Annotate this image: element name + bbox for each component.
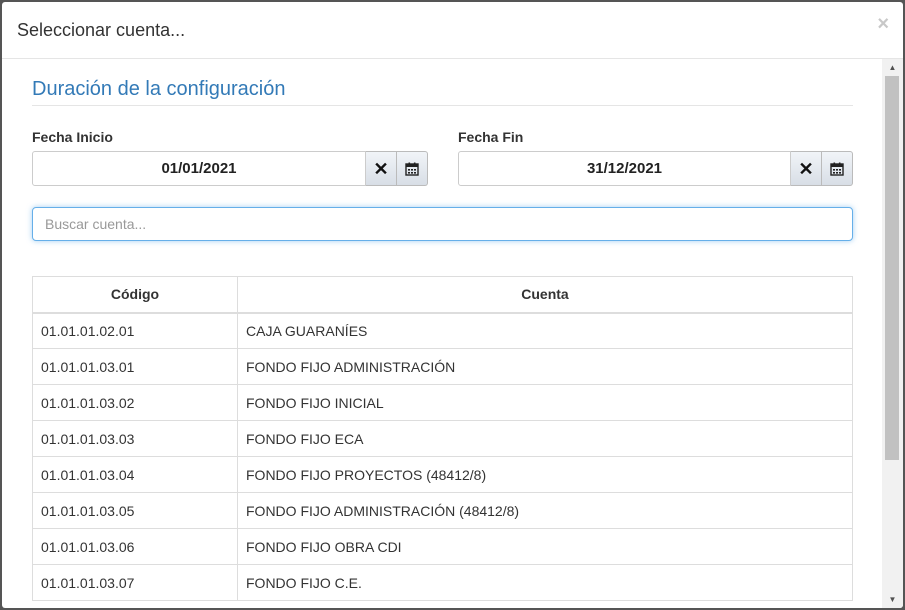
start-date-label: Fecha Inicio xyxy=(32,129,113,145)
table-row[interactable]: 01.01.01.02.01 CAJA GUARANÍES xyxy=(32,312,853,349)
table-row[interactable]: 01.01.01.03.01 FONDO FIJO ADMINISTRACIÓN xyxy=(32,348,853,385)
account-name-cell: FONDO FIJO OBRA CDI xyxy=(237,528,853,565)
end-date-input[interactable]: 31/12/2021 xyxy=(458,151,791,186)
select-account-dialog: Seleccionar cuenta... × Duración de la c… xyxy=(2,2,903,608)
end-date-label: Fecha Fin xyxy=(458,129,524,145)
account-name-cell: FONDO FIJO PROYECTOS (48412/8) xyxy=(237,456,853,493)
vertical-scrollbar[interactable]: ▲ ▼ xyxy=(882,59,903,608)
scroll-up-arrow-icon[interactable]: ▲ xyxy=(882,59,903,76)
close-button[interactable]: × xyxy=(877,14,889,34)
end-date-group: 31/12/2021 ✕ xyxy=(458,151,853,186)
table-row[interactable]: 01.01.01.03.05 FONDO FIJO ADMINISTRACIÓN… xyxy=(32,492,853,529)
calendar-icon xyxy=(405,162,419,176)
start-date-input[interactable]: 01/01/2021 xyxy=(32,151,366,186)
x-icon: ✕ xyxy=(373,158,389,179)
account-code-cell: 01.01.01.03.01 xyxy=(32,348,238,385)
start-date-group: 01/01/2021 ✕ xyxy=(32,151,428,186)
account-name-cell: FONDO FIJO INICIAL xyxy=(237,384,853,421)
table-row[interactable]: 01.01.01.03.07 FONDO FIJO C.E. xyxy=(32,564,853,601)
account-name-cell: FONDO FIJO ADMINISTRACIÓN xyxy=(237,348,853,385)
account-code-cell: 01.01.01.03.05 xyxy=(32,492,238,529)
account-name-cell: FONDO FIJO ECA xyxy=(237,420,853,457)
table-row[interactable]: 01.01.01.03.03 FONDO FIJO ECA xyxy=(32,420,853,457)
account-code-cell: 01.01.01.03.03 xyxy=(32,420,238,457)
account-code-cell: 01.01.01.03.02 xyxy=(32,384,238,421)
account-code-cell: 01.01.01.02.01 xyxy=(32,312,238,349)
dialog-title: Seleccionar cuenta... xyxy=(17,20,186,40)
table-header-row: Código Cuenta xyxy=(32,276,853,314)
start-date-calendar-button[interactable] xyxy=(397,151,428,186)
table-row[interactable]: 01.01.01.03.04 FONDO FIJO PROYECTOS (484… xyxy=(32,456,853,493)
x-icon: ✕ xyxy=(798,158,814,179)
accounts-table: Código Cuenta 01.01.01.02.01 CAJA GUARAN… xyxy=(32,276,853,601)
dialog-body: Duración de la configuración Fecha Inici… xyxy=(2,59,882,608)
section-title: Duración de la configuración xyxy=(32,78,286,100)
scrollbar-thumb[interactable] xyxy=(885,76,899,460)
column-header-code[interactable]: Código xyxy=(32,276,238,314)
start-date-clear-button[interactable]: ✕ xyxy=(366,151,397,186)
account-code-cell: 01.01.01.03.07 xyxy=(32,564,238,601)
account-name-cell: FONDO FIJO ADMINISTRACIÓN (48412/8) xyxy=(237,492,853,529)
account-code-cell: 01.01.01.03.06 xyxy=(32,528,238,565)
end-date-calendar-button[interactable] xyxy=(822,151,853,186)
account-code-cell: 01.01.01.03.04 xyxy=(32,456,238,493)
dialog-header: Seleccionar cuenta... × xyxy=(2,2,903,59)
section-divider xyxy=(32,105,853,106)
account-name-cell: FONDO FIJO C.E. xyxy=(237,564,853,601)
table-row[interactable]: 01.01.01.03.06 FONDO FIJO OBRA CDI xyxy=(32,528,853,565)
calendar-icon xyxy=(830,162,844,176)
column-header-account[interactable]: Cuenta xyxy=(237,276,853,314)
end-date-clear-button[interactable]: ✕ xyxy=(791,151,822,186)
account-name-cell: CAJA GUARANÍES xyxy=(237,312,853,349)
search-account-input[interactable] xyxy=(32,207,853,241)
table-row[interactable]: 01.01.01.03.02 FONDO FIJO INICIAL xyxy=(32,384,853,421)
scroll-down-arrow-icon[interactable]: ▼ xyxy=(882,591,903,608)
